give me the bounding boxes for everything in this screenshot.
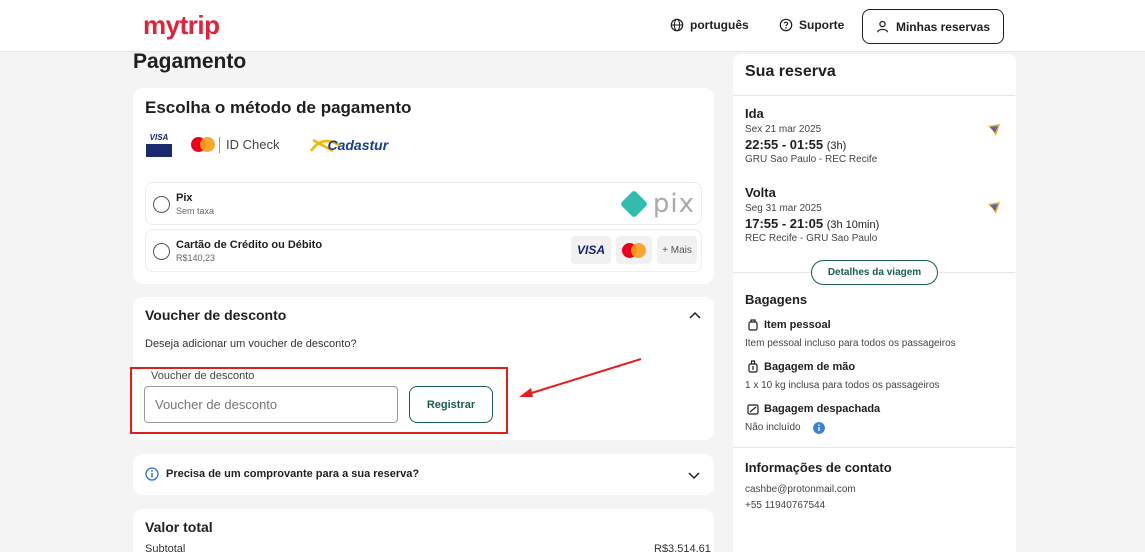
carry-on-desc: 1 x 10 kg inclusa para todos os passagei…: [745, 380, 940, 391]
pix-subtitle: Sem taxa: [176, 206, 215, 216]
inbound-route: REC Recife - GRU Sao Paulo: [745, 233, 878, 244]
globe-icon: [670, 18, 684, 32]
pix-logo: pix: [619, 189, 695, 219]
voucher-question: Deseja adicionar um voucher de desconto?: [145, 338, 357, 350]
cadastur-logo: Cadastur: [309, 137, 388, 153]
visa-secure-logo: VISA: [146, 132, 172, 157]
contact-title: Informações de contato: [745, 460, 892, 475]
inbound-date: Seg 31 mar 2025: [745, 203, 822, 214]
outbound-route: GRU Sao Paulo - REC Recife: [745, 154, 878, 165]
pix-diamond-icon: [619, 189, 649, 219]
annotation-arrow-icon: [519, 358, 642, 397]
outbound-times: 22:55 - 01:55 (3h): [745, 137, 847, 152]
total-card: [133, 509, 714, 552]
contact-phone: +55 11940767544: [745, 500, 826, 511]
airline-logo-icon: [988, 202, 1000, 214]
personal-item-row: Item pessoal: [747, 318, 831, 331]
my-reservations-label: Minhas reservas: [895, 19, 991, 34]
baggage-title: Bagagens: [745, 292, 808, 307]
card-radio[interactable]: [153, 243, 170, 260]
subtotal-value: R$3.514,61: [654, 543, 711, 552]
payment-option-pix[interactable]: Pix Sem taxa pix: [145, 182, 702, 225]
checked-bag-desc: Não incluído: [745, 422, 801, 433]
support-label: Suporte: [799, 18, 845, 32]
pix-title: Pix: [176, 192, 193, 204]
user-icon: [876, 20, 888, 33]
my-reservations-button[interactable]: Minhas reservas: [862, 9, 1004, 44]
divider: [733, 447, 1015, 448]
site-logo[interactable]: mytrip: [143, 10, 220, 41]
airline-logo-icon: [988, 124, 1000, 136]
carry-on-row: Bagagem de mão: [747, 360, 855, 373]
contact-email: cashbe@protonmail.com: [745, 484, 856, 495]
payment-option-card[interactable]: Cartão de Crédito ou Débito R$140,23 VIS…: [145, 229, 702, 272]
trip-details-button[interactable]: Detalhes da viagem: [811, 260, 938, 285]
total-title: Valor total: [145, 519, 213, 535]
inbound-label: Volta: [745, 185, 776, 200]
chevron-down-icon[interactable]: [688, 469, 700, 481]
voucher-title: Voucher de desconto: [145, 307, 287, 323]
checked-bag-icon: [747, 404, 759, 415]
outbound-date: Sex 21 mar 2025: [745, 124, 822, 135]
support-link[interactable]: Suporte: [779, 18, 844, 32]
page-title: Pagamento: [133, 50, 247, 73]
inbound-times: 17:55 - 21:05 (3h 10min): [745, 216, 880, 231]
info-icon: [145, 467, 159, 481]
help-circle-icon: [779, 18, 793, 32]
accepted-payment-logos: VISA ID Check Cadastur: [146, 132, 388, 157]
mastercard-icon: [191, 137, 215, 152]
carry-on-icon: [748, 360, 758, 373]
highlight-box: [130, 367, 508, 434]
subtotal-label: Subtotal: [145, 543, 186, 552]
pix-radio[interactable]: [153, 196, 170, 213]
mastercard-icon: [622, 242, 646, 258]
card-subtitle: R$140,23: [176, 253, 216, 263]
payment-method-title: Escolha o método de pagamento: [145, 98, 412, 117]
personal-item-desc: Item pessoal incluso para todos os passa…: [745, 338, 956, 349]
mastercard-logo: [616, 236, 652, 264]
card-title: Cartão de Crédito ou Débito: [176, 239, 323, 251]
visa-logo: VISA: [571, 236, 611, 264]
info-icon[interactable]: [813, 422, 825, 434]
personal-item-icon: [748, 319, 758, 331]
outbound-label: Ida: [745, 106, 764, 121]
mastercard-idcheck-logo: ID Check: [191, 136, 279, 153]
divider: [733, 95, 1015, 96]
chevron-up-icon[interactable]: [689, 310, 701, 322]
receipt-question: Precisa de um comprovante para a sua res…: [166, 468, 420, 480]
top-bar: mytrip português Suporte Minhas reservas: [0, 0, 1145, 52]
language-label: português: [690, 18, 749, 32]
reservation-title: Sua reserva: [745, 63, 836, 80]
checked-bag-row: Bagagem despachada: [747, 402, 880, 415]
language-selector[interactable]: português: [670, 18, 749, 32]
more-brands: + Mais: [657, 236, 697, 264]
